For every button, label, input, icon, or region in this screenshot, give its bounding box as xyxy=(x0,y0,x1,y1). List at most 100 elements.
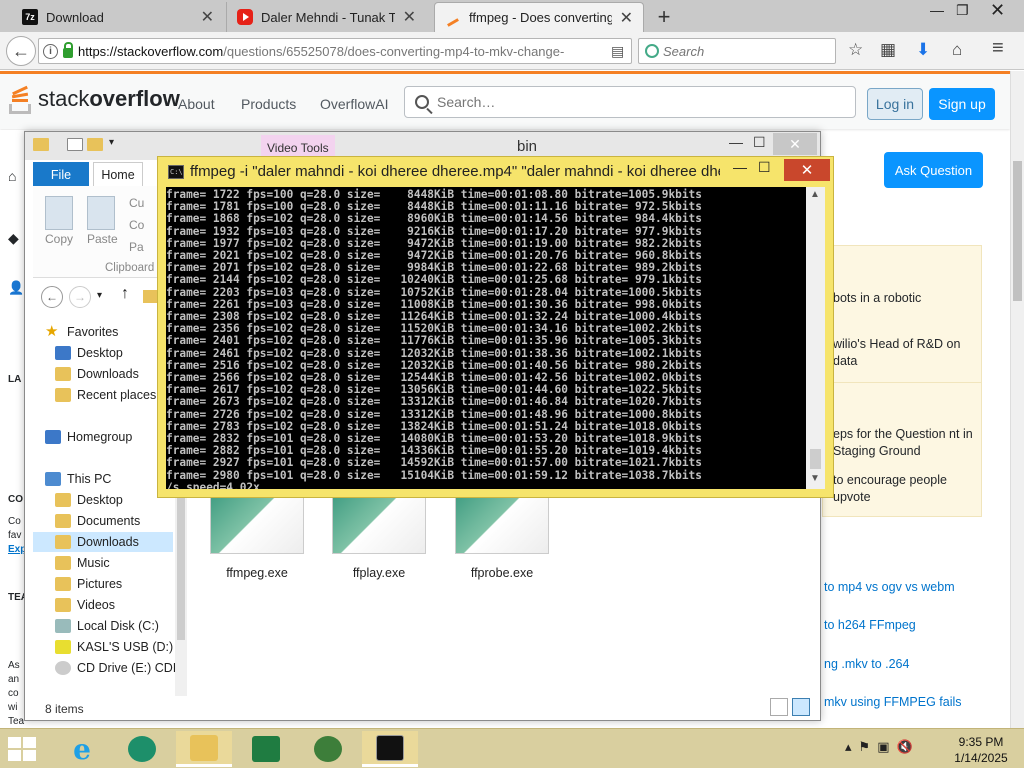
paste-shortcut-button[interactable]: Pa xyxy=(129,240,144,254)
nav-pane-item[interactable]: Music xyxy=(33,553,110,573)
taskbar-command-prompt[interactable] xyxy=(362,731,418,767)
scroll-down-icon[interactable]: ▼ xyxy=(810,473,820,484)
browser-search-input[interactable] xyxy=(663,43,813,59)
ask-question-button[interactable]: Ask Question xyxy=(884,152,983,188)
file-item[interactable]: ffmpeg.exe xyxy=(197,490,317,580)
chevron-down-icon[interactable]: ▾ xyxy=(97,290,102,301)
info-icon[interactable]: i xyxy=(43,43,58,59)
nav-pane-item[interactable]: Documents xyxy=(33,511,140,531)
back-arrow-icon[interactable]: ← xyxy=(41,286,63,308)
close-tab-icon[interactable]: ✕ xyxy=(403,7,416,27)
nav-pane-item[interactable]: Recent places xyxy=(33,385,156,405)
nav-pane-item[interactable]: Downloads xyxy=(33,364,139,384)
nav-pane-item[interactable]: Videos xyxy=(33,595,115,615)
new-folder-icon[interactable] xyxy=(87,138,103,151)
signup-button[interactable]: Sign up xyxy=(929,88,995,120)
copy-path-button[interactable]: Co xyxy=(129,218,144,232)
minimize-icon[interactable]: — xyxy=(729,134,743,150)
nav-pane-item[interactable]: Downloads xyxy=(33,532,173,552)
tag-icon[interactable]: ◆ xyxy=(8,230,19,247)
url-bar[interactable]: i https://stackoverflow.com/questions/65… xyxy=(38,38,657,64)
blog-item[interactable]: eps for the Question nt in Staging Groun… xyxy=(833,426,979,460)
taskbar-edge[interactable] xyxy=(114,731,170,767)
library-icon[interactable]: ▦ xyxy=(880,40,896,60)
home-icon[interactable]: ⌂ xyxy=(952,40,962,60)
nav-pane-item[interactable]: CD Drive (E:) CDF xyxy=(33,658,180,678)
related-question-link[interactable]: to h264 FFmpeg xyxy=(824,618,916,632)
nav-products-link[interactable]: Products xyxy=(241,96,296,112)
nav-pane-item[interactable]: KASL'S USB (D:) xyxy=(33,637,173,657)
scrollbar-thumb[interactable] xyxy=(1013,161,1022,301)
close-tab-icon[interactable]: ✕ xyxy=(201,7,214,27)
tab-stackoverflow[interactable]: ffmpeg - Does converting ✕ xyxy=(434,2,644,32)
taskbar-idm[interactable] xyxy=(300,731,356,767)
paste-icon[interactable] xyxy=(87,196,115,230)
copy-button-label[interactable]: Copy xyxy=(45,232,73,246)
search-engine-icon[interactable] xyxy=(645,44,659,58)
windows-start-icon[interactable] xyxy=(8,737,38,761)
nav-pane-item[interactable]: ★ Favorites xyxy=(33,322,118,342)
close-window-icon[interactable]: ✕ xyxy=(990,0,1005,21)
show-hidden-icons-icon[interactable]: ▴ xyxy=(845,739,852,755)
close-icon[interactable]: ✕ xyxy=(773,133,817,155)
scroll-up-icon[interactable]: ▲ xyxy=(810,189,820,200)
back-arrow-icon[interactable]: ← xyxy=(6,36,36,66)
nav-pane-item[interactable]: Local Disk (C:) xyxy=(33,616,159,636)
tab-file[interactable]: File xyxy=(33,162,89,187)
blog-item[interactable]: to encourage people upvote xyxy=(833,472,979,506)
network-icon[interactable]: ▣ xyxy=(877,739,889,755)
page-scrollbar[interactable] xyxy=(1010,71,1024,730)
so-search-box[interactable] xyxy=(404,86,856,118)
nav-about-link[interactable]: About xyxy=(178,96,215,112)
properties-icon[interactable] xyxy=(67,138,83,151)
lock-icon[interactable] xyxy=(63,42,73,58)
nav-overflowai-link[interactable]: OverflowAI xyxy=(320,96,388,112)
nav-pane-item[interactable]: Homegroup xyxy=(33,427,132,447)
forward-arrow-icon[interactable]: → xyxy=(69,286,91,308)
nav-pane-item[interactable]: Desktop xyxy=(33,490,123,510)
maximize-icon[interactable]: ☐ xyxy=(753,134,766,151)
console-title-bar[interactable]: C:\ ffmpeg -i "daler mahndi - koi dheree… xyxy=(158,157,833,187)
login-button[interactable]: Log in xyxy=(867,88,923,120)
browser-search-field[interactable] xyxy=(638,38,836,64)
taskbar-internet-explorer[interactable]: e xyxy=(54,731,110,767)
tab-youtube[interactable]: Daler Mehndi - Tunak Tunak ✕ xyxy=(226,2,426,32)
paste-button-label[interactable]: Paste xyxy=(87,232,118,246)
taskbar-excel[interactable] xyxy=(238,731,294,767)
reader-view-icon[interactable]: ▤ xyxy=(611,43,624,60)
chevron-down-icon[interactable]: ▾ xyxy=(109,137,114,148)
tab-download[interactable]: 7z Download ✕ xyxy=(12,2,224,32)
blog-item[interactable]: bots in a robotic xyxy=(833,290,979,307)
maximize-icon[interactable]: ☐ xyxy=(758,159,771,176)
copy-icon[interactable] xyxy=(45,196,73,230)
related-question-link[interactable]: mkv using FFMPEG fails xyxy=(824,695,962,709)
large-icons-view-icon[interactable] xyxy=(792,698,810,716)
hamburger-menu-icon[interactable]: ≡ xyxy=(992,37,1004,60)
volume-muted-icon[interactable]: 🔇 xyxy=(896,739,912,755)
cut-button[interactable]: Cu xyxy=(129,196,144,210)
download-arrow-icon[interactable]: ⬇ xyxy=(916,40,930,60)
nav-pane-item[interactable]: Desktop xyxy=(33,343,123,363)
close-icon[interactable]: ✕ xyxy=(784,159,830,181)
nav-pane-item[interactable]: Pictures xyxy=(33,574,122,594)
home-icon[interactable]: ⌂ xyxy=(8,168,16,184)
system-clock[interactable]: 9:35 PM 1/14/2025 xyxy=(951,734,1011,766)
up-arrow-icon[interactable]: ↑ xyxy=(121,285,129,303)
users-icon[interactable]: 👤 xyxy=(8,280,24,296)
console-scrollbar[interactable]: ▲ ▼ xyxy=(806,187,825,489)
stackoverflow-logo[interactable]: stack overflow xyxy=(8,84,180,114)
file-item[interactable]: ffplay.exe xyxy=(319,490,439,580)
scrollbar-thumb[interactable] xyxy=(810,449,821,469)
flag-icon[interactable]: ⚑ xyxy=(859,739,871,755)
so-search-input[interactable] xyxy=(437,94,817,110)
blog-item[interactable]: wilio's Head of R&D on data xyxy=(833,336,979,370)
related-question-link[interactable]: ng .mkv to .264 xyxy=(824,657,909,671)
taskbar-file-explorer[interactable] xyxy=(176,731,232,767)
nav-pane-item[interactable]: This PC xyxy=(33,469,111,489)
related-question-link[interactable]: to mp4 vs ogv vs webm xyxy=(824,580,955,594)
file-item[interactable]: ffprobe.exe xyxy=(442,490,562,580)
bookmark-star-icon[interactable]: ☆ xyxy=(848,40,863,60)
minimize-icon[interactable]: — xyxy=(930,2,944,18)
details-view-icon[interactable] xyxy=(770,698,788,716)
new-tab-icon[interactable]: + xyxy=(652,4,676,30)
